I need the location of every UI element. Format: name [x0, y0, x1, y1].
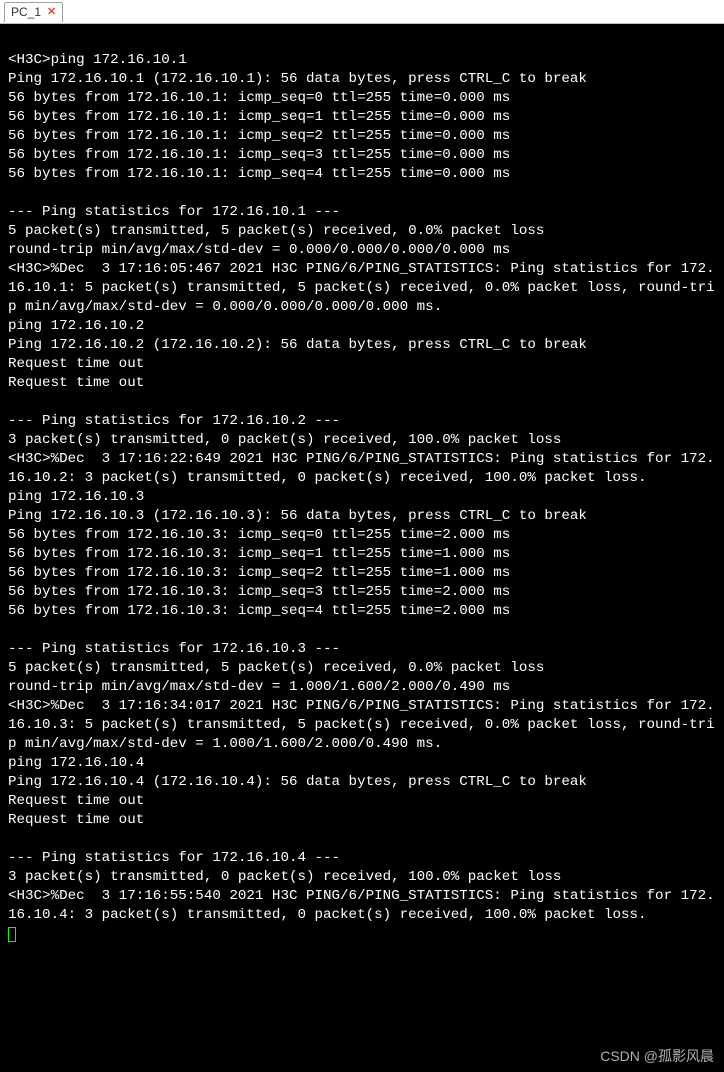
terminal-line: 56 bytes from 172.16.10.1: icmp_seq=2 tt… — [8, 127, 716, 146]
terminal-line — [8, 393, 716, 412]
terminal-line: <H3C>%Dec 3 17:16:34:017 2021 H3C PING/6… — [8, 697, 716, 754]
terminal-line: round-trip min/avg/max/std-dev = 1.000/1… — [8, 678, 716, 697]
terminal-line: 56 bytes from 172.16.10.1: icmp_seq=4 tt… — [8, 165, 716, 184]
terminal-line — [8, 184, 716, 203]
terminal-line: <H3C>%Dec 3 17:16:55:540 2021 H3C PING/6… — [8, 887, 716, 925]
terminal-line: 5 packet(s) transmitted, 5 packet(s) rec… — [8, 222, 716, 241]
terminal-line: --- Ping statistics for 172.16.10.3 --- — [8, 640, 716, 659]
terminal-line: 3 packet(s) transmitted, 0 packet(s) rec… — [8, 868, 716, 887]
tab-label: PC_1 — [11, 5, 41, 19]
terminal-line: 3 packet(s) transmitted, 0 packet(s) rec… — [8, 431, 716, 450]
terminal-line: --- Ping statistics for 172.16.10.4 --- — [8, 849, 716, 868]
terminal-line: Ping 172.16.10.3 (172.16.10.3): 56 data … — [8, 507, 716, 526]
terminal-line: 56 bytes from 172.16.10.3: icmp_seq=0 tt… — [8, 526, 716, 545]
terminal-line: 56 bytes from 172.16.10.1: icmp_seq=0 tt… — [8, 89, 716, 108]
terminal-cursor — [8, 927, 16, 942]
tab-pc1[interactable]: PC_1 ✕ — [4, 2, 63, 22]
terminal-line: --- Ping statistics for 172.16.10.1 --- — [8, 203, 716, 222]
terminal-line: <H3C>%Dec 3 17:16:05:467 2021 H3C PING/6… — [8, 260, 716, 317]
terminal-line: Ping 172.16.10.1 (172.16.10.1): 56 data … — [8, 70, 716, 89]
terminal-line: Ping 172.16.10.4 (172.16.10.4): 56 data … — [8, 773, 716, 792]
watermark-text: CSDN @孤影风晨 — [600, 1046, 714, 1066]
terminal-line — [8, 32, 716, 51]
terminal-line: ping 172.16.10.2 — [8, 317, 716, 336]
terminal-line: 56 bytes from 172.16.10.3: icmp_seq=3 tt… — [8, 583, 716, 602]
terminal-line — [8, 621, 716, 640]
terminal-line: 56 bytes from 172.16.10.3: icmp_seq=1 tt… — [8, 545, 716, 564]
terminal-line: <H3C>%Dec 3 17:16:22:649 2021 H3C PING/6… — [8, 450, 716, 488]
terminal-line: ping 172.16.10.4 — [8, 754, 716, 773]
terminal-line: 56 bytes from 172.16.10.1: icmp_seq=1 tt… — [8, 108, 716, 127]
terminal-line — [8, 830, 716, 849]
terminal-line: --- Ping statistics for 172.16.10.2 --- — [8, 412, 716, 431]
terminal-line: Request time out — [8, 355, 716, 374]
terminal-line: 56 bytes from 172.16.10.3: icmp_seq=2 tt… — [8, 564, 716, 583]
tab-bar: PC_1 ✕ — [0, 0, 724, 24]
close-icon[interactable]: ✕ — [47, 7, 56, 18]
terminal-line: 56 bytes from 172.16.10.3: icmp_seq=4 tt… — [8, 602, 716, 621]
terminal-line: ping 172.16.10.3 — [8, 488, 716, 507]
terminal-output[interactable]: <H3C>ping 172.16.10.1Ping 172.16.10.1 (1… — [0, 24, 724, 1072]
terminal-line: Ping 172.16.10.2 (172.16.10.2): 56 data … — [8, 336, 716, 355]
terminal-line: Request time out — [8, 811, 716, 830]
terminal-line: <H3C>ping 172.16.10.1 — [8, 51, 716, 70]
terminal-line: Request time out — [8, 374, 716, 393]
terminal-line: 56 bytes from 172.16.10.1: icmp_seq=3 tt… — [8, 146, 716, 165]
terminal-line: Request time out — [8, 792, 716, 811]
terminal-line: round-trip min/avg/max/std-dev = 0.000/0… — [8, 241, 716, 260]
terminal-line: 5 packet(s) transmitted, 5 packet(s) rec… — [8, 659, 716, 678]
